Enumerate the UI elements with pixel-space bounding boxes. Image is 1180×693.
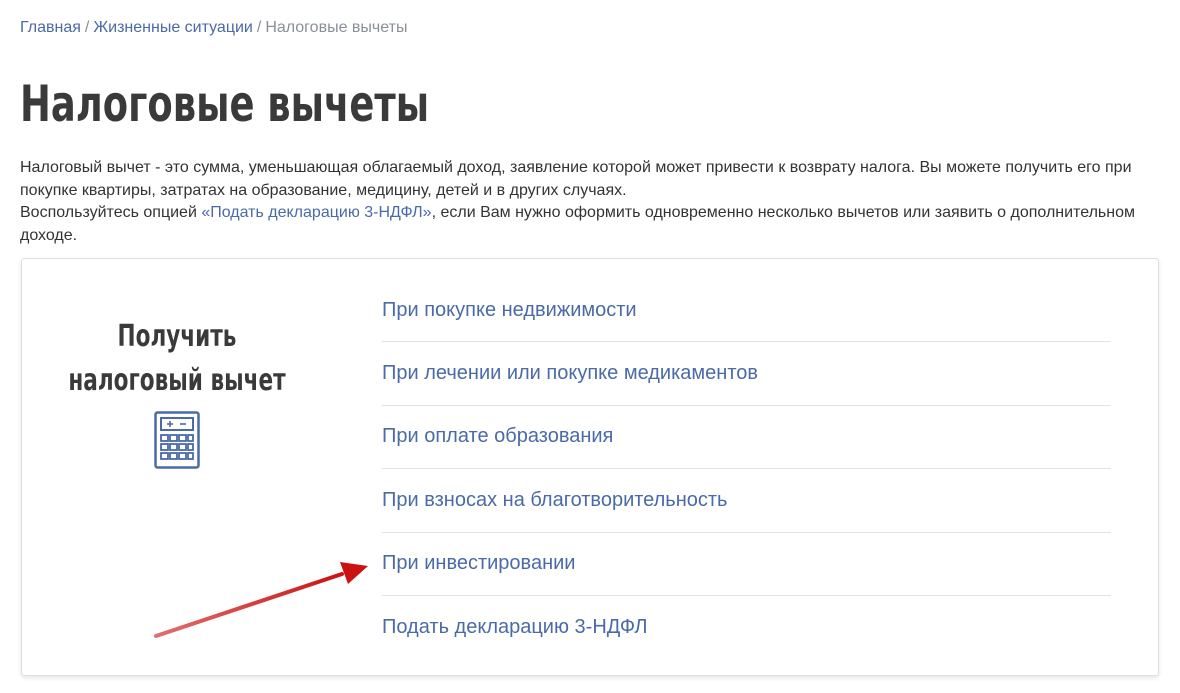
page: Главная / Жизненные ситуации / Налоговые выч… xyxy=(0,0,1180,693)
breadcrumb-life-situations-link[interactable]: Жизненные ситуации xyxy=(93,19,253,36)
deduction-link-list: При покупке недвижимости При лечении или… xyxy=(382,279,1111,659)
card-heading: Получить налоговый вычет xyxy=(53,315,301,403)
list-item: При лечении или покупке медикаментов xyxy=(382,342,1111,406)
breadcrumb: Главная / Жизненные ситуации / Налоговые выч… xyxy=(20,18,407,38)
intro-paragraph-2-start: Воспользуйтесь опцией xyxy=(20,204,202,221)
list-item: При инвестировании xyxy=(382,533,1111,596)
deduction-card: Получить налоговый вычет При покупке нед… xyxy=(21,258,1159,676)
link-declaration-3ndfl[interactable]: Подать декларацию 3-НДФЛ xyxy=(382,616,648,639)
link-charity[interactable]: При взносах на благотворительность xyxy=(382,489,727,512)
card-left-panel: Получить налоговый вычет xyxy=(22,315,332,469)
link-investment[interactable]: При инвестировании xyxy=(382,552,575,575)
breadcrumb-separator: / xyxy=(256,19,262,36)
list-item: При покупке недвижимости xyxy=(382,279,1111,343)
list-item: Подать декларацию 3-НДФЛ xyxy=(382,596,1111,659)
intro-declaration-link[interactable]: «Подать декларацию 3-НДФЛ» xyxy=(201,204,431,221)
list-item: При оплате образования xyxy=(382,406,1111,470)
page-title: Налоговые вычеты xyxy=(20,75,430,133)
calculator-icon xyxy=(154,411,200,469)
card-heading-line-2: налоговый вычет xyxy=(68,363,286,398)
breadcrumb-current: Налоговые вычеты xyxy=(265,19,408,36)
intro-paragraph-1: Налоговый вычет - это сумма, уменьшающая… xyxy=(20,159,1132,199)
breadcrumb-separator: / xyxy=(84,19,90,36)
link-education[interactable]: При оплате образования xyxy=(382,425,613,448)
card-heading-line-1: Получить xyxy=(117,319,237,354)
list-item: При взносах на благотворительность xyxy=(382,469,1111,533)
intro-text: Налоговый вычет - это сумма, уменьшающая… xyxy=(20,157,1150,247)
breadcrumb-home-link[interactable]: Главная xyxy=(20,19,81,36)
link-medical-treatment[interactable]: При лечении или покупке медикаментов xyxy=(382,362,758,385)
link-real-estate[interactable]: При покупке недвижимости xyxy=(382,299,637,322)
